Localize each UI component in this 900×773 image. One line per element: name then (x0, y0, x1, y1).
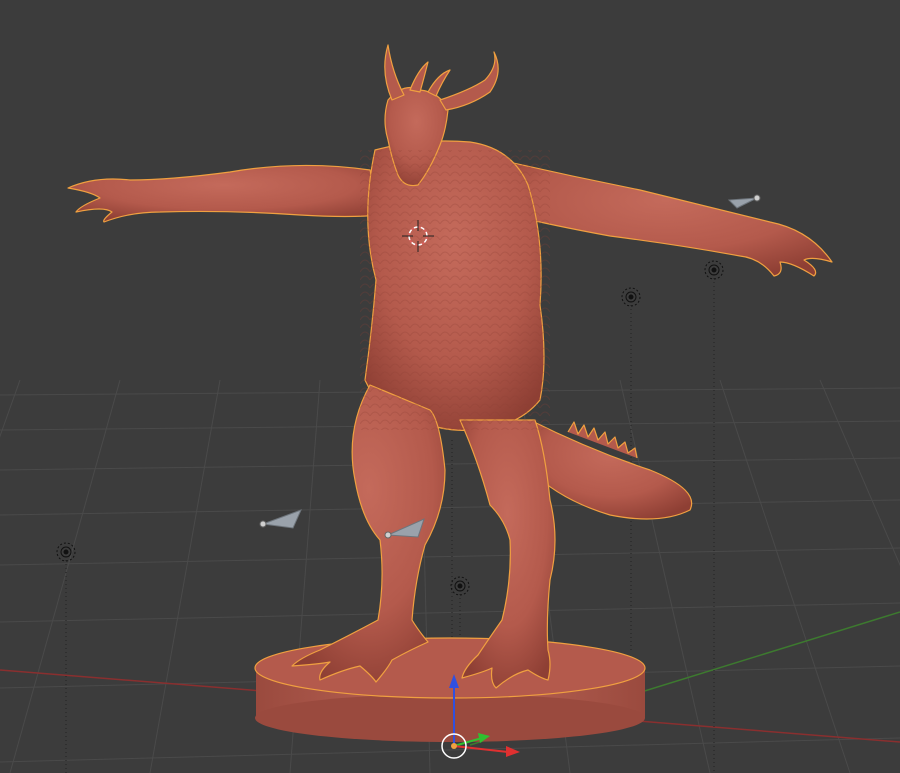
camera-icon[interactable] (727, 194, 761, 209)
3d-viewport[interactable] (0, 0, 900, 773)
gizmo-x-arrow[interactable] (506, 746, 520, 757)
scale-texture (360, 150, 550, 430)
tail (529, 419, 693, 520)
lamp-icon[interactable] (621, 287, 641, 307)
camera-icon[interactable] (259, 509, 302, 529)
left-arm (67, 164, 381, 223)
lamp-icon[interactable] (450, 576, 470, 596)
origin-dot (451, 743, 457, 749)
lamp-icon[interactable] (704, 260, 724, 280)
